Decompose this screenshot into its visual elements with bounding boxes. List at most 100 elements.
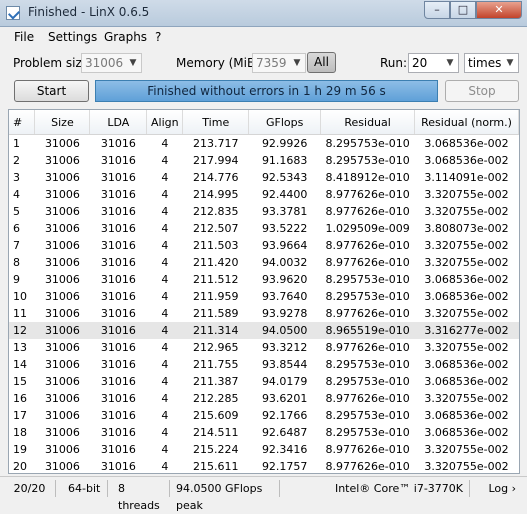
table-row[interactable]: 9 31006 31016 4 211.512 93.9620 8.295753e-010 3… <box>9 271 519 288</box>
cell-lda: 31016 <box>100 205 136 218</box>
column-header-size[interactable]: Size <box>34 110 91 135</box>
column-header-lda[interactable]: LDA <box>89 110 148 135</box>
start-button[interactable]: Start <box>14 80 89 102</box>
title-bar[interactable]: Finished - LinX 0.6.5 – □ ✕ <box>0 0 527 27</box>
table-row[interactable]: 19 31006 31016 4 215.224 92.3416 8.977626e-010… <box>9 441 519 458</box>
cell-residual: 8.977626e-010 <box>325 460 410 473</box>
table-row[interactable]: 15 31006 31016 4 211.387 94.0179 8.295753e-010… <box>9 373 519 390</box>
cell-lda: 31016 <box>89 322 147 339</box>
table-row[interactable]: 4 31006 31016 4 214.995 92.4400 8.977626e-010 3… <box>9 186 519 203</box>
cell-lda: 31016 <box>100 307 136 320</box>
cell-align: 4 <box>161 358 169 371</box>
menu-help[interactable]: ? <box>155 30 161 44</box>
column-header-time[interactable]: Time <box>182 110 250 135</box>
cell-residual: 8.977626e-010 <box>325 392 410 405</box>
table-row[interactable]: 3 31006 31016 4 214.776 92.5343 8.418912e-010 3… <box>9 169 519 186</box>
cell-lda: 31016 <box>100 154 136 167</box>
column-header-residual[interactable]: Residual <box>320 110 416 135</box>
cell-residual-norm: 3.316277e-002 <box>414 322 519 339</box>
cell-time: 211.503 <box>193 239 239 252</box>
minimize-button[interactable]: – <box>424 1 450 19</box>
table-row[interactable]: 20 31006 31016 4 215.611 92.1757 8.977626e-010… <box>9 458 519 473</box>
cell-gflops: 91.1683 <box>261 154 308 167</box>
status-threads: 8 threads <box>112 480 170 512</box>
table-row[interactable]: 10 31006 31016 4 211.959 93.7640 8.295753e-010… <box>9 288 519 305</box>
cell-residual-norm: 3.320755e-002 <box>424 460 509 473</box>
cell-residual: 8.977626e-010 <box>325 239 410 252</box>
cell-align: 4 <box>161 222 169 235</box>
app-icon <box>6 6 20 20</box>
run-count-combo[interactable]: 20 ▼ <box>408 53 459 73</box>
cell-lda: 31016 <box>100 273 136 286</box>
table-row[interactable]: 11 31006 31016 4 211.589 93.9278 8.977626e-010… <box>9 305 519 322</box>
log-button[interactable]: Log › <box>474 480 522 497</box>
problem-size-combo[interactable]: 31006 ▼ <box>81 53 142 73</box>
table-header: # Size LDA Align Time GFlops Residual Residual … <box>9 110 519 135</box>
stop-button[interactable]: Stop <box>445 80 519 102</box>
chevron-down-icon: ▼ <box>293 58 301 68</box>
cell-align: 4 <box>146 322 183 339</box>
menu-graphs[interactable]: Graphs <box>104 30 147 44</box>
table-row[interactable]: 17 31006 31016 4 215.609 92.1766 8.295753e-010… <box>9 407 519 424</box>
cell-index: 5 <box>13 205 20 218</box>
cell-residual: 8.295753e-010 <box>325 154 410 167</box>
table-row[interactable]: 6 31006 31016 4 212.507 93.5222 1.029509e-009 3… <box>9 220 519 237</box>
column-header-index[interactable]: # <box>9 110 36 135</box>
cell-align: 4 <box>161 443 169 456</box>
run-unit-combo[interactable]: times ▼ <box>464 53 519 73</box>
chevron-down-icon: ▼ <box>129 58 137 68</box>
cell-residual-norm: 3.320755e-002 <box>424 392 509 405</box>
cell-time: 211.314 <box>182 322 249 339</box>
cell-align: 4 <box>161 205 169 218</box>
table-row[interactable]: 18 31006 31016 4 214.511 92.6487 8.295753e-010… <box>9 424 519 441</box>
cell-size: 31006 <box>44 307 80 320</box>
cell-time: 215.224 <box>193 443 239 456</box>
cell-index: 14 <box>13 358 27 371</box>
chevron-down-icon: ▼ <box>506 58 514 68</box>
close-button[interactable]: ✕ <box>476 1 522 19</box>
column-header-align[interactable]: Align <box>146 110 184 135</box>
cell-index: 20 <box>13 460 27 473</box>
table-row[interactable]: 13 31006 31016 4 212.965 93.3212 8.977626e-010… <box>9 339 519 356</box>
cell-residual-norm: 3.320755e-002 <box>424 188 509 201</box>
table-row[interactable]: 2 31006 31016 4 217.994 91.1683 8.295753e-010 3… <box>9 152 519 169</box>
cell-time: 212.835 <box>193 205 239 218</box>
cell-gflops: 93.9664 <box>261 239 308 252</box>
cell-align: 4 <box>161 409 169 422</box>
cell-residual: 8.977626e-010 <box>325 188 410 201</box>
cell-lda: 31016 <box>100 443 136 456</box>
cell-size: 31006 <box>44 426 80 439</box>
table-row[interactable]: 12 31006 31016 4 211.314 94.0500 8.965519e-010… <box>9 322 519 339</box>
cell-residual: 8.295753e-010 <box>325 290 410 303</box>
column-header-residual-norm[interactable]: Residual (norm.) <box>414 110 519 135</box>
cell-time: 211.387 <box>193 375 239 388</box>
table-row[interactable]: 1 31006 31016 4 213.717 92.9926 8.295753e-010 3… <box>9 135 519 153</box>
cell-time: 211.755 <box>193 358 239 371</box>
cell-residual-norm: 3.068536e-002 <box>424 358 509 371</box>
column-header-gflops[interactable]: GFlops <box>248 110 322 135</box>
cell-size: 31006 <box>44 222 80 235</box>
menu-settings[interactable]: Settings <box>48 30 97 44</box>
results-table[interactable]: # Size LDA Align Time GFlops Residual Residual … <box>8 109 520 474</box>
cell-align: 4 <box>161 171 169 184</box>
cell-lda: 31016 <box>100 375 136 388</box>
all-button[interactable]: All <box>307 52 336 73</box>
table-row[interactable]: 14 31006 31016 4 211.755 93.8544 8.295753e-010… <box>9 356 519 373</box>
cell-index: 11 <box>13 307 27 320</box>
cell-gflops: 92.9926 <box>261 137 308 150</box>
cell-lda: 31016 <box>100 460 136 473</box>
cell-time: 211.959 <box>193 290 239 303</box>
table-row[interactable]: 5 31006 31016 4 212.835 93.3781 8.977626e-010 3… <box>9 203 519 220</box>
window-title: Finished - LinX 0.6.5 <box>28 5 150 19</box>
memory-combo[interactable]: 7359 ▼ <box>252 53 306 73</box>
cell-size: 31006 <box>44 460 80 473</box>
cell-index: 7 <box>13 239 20 252</box>
cell-gflops: 93.8544 <box>261 358 308 371</box>
table-row[interactable]: 8 31006 31016 4 211.420 94.0032 8.977626e-010 3… <box>9 254 519 271</box>
maximize-button[interactable]: □ <box>450 1 476 19</box>
table-row[interactable]: 7 31006 31016 4 211.503 93.9664 8.977626e-010 3… <box>9 237 519 254</box>
menu-file[interactable]: File <box>14 30 34 44</box>
cell-index: 2 <box>13 154 20 167</box>
table-row[interactable]: 16 31006 31016 4 212.285 93.6201 8.977626e-010… <box>9 390 519 407</box>
cell-gflops: 94.0500 <box>248 322 321 339</box>
